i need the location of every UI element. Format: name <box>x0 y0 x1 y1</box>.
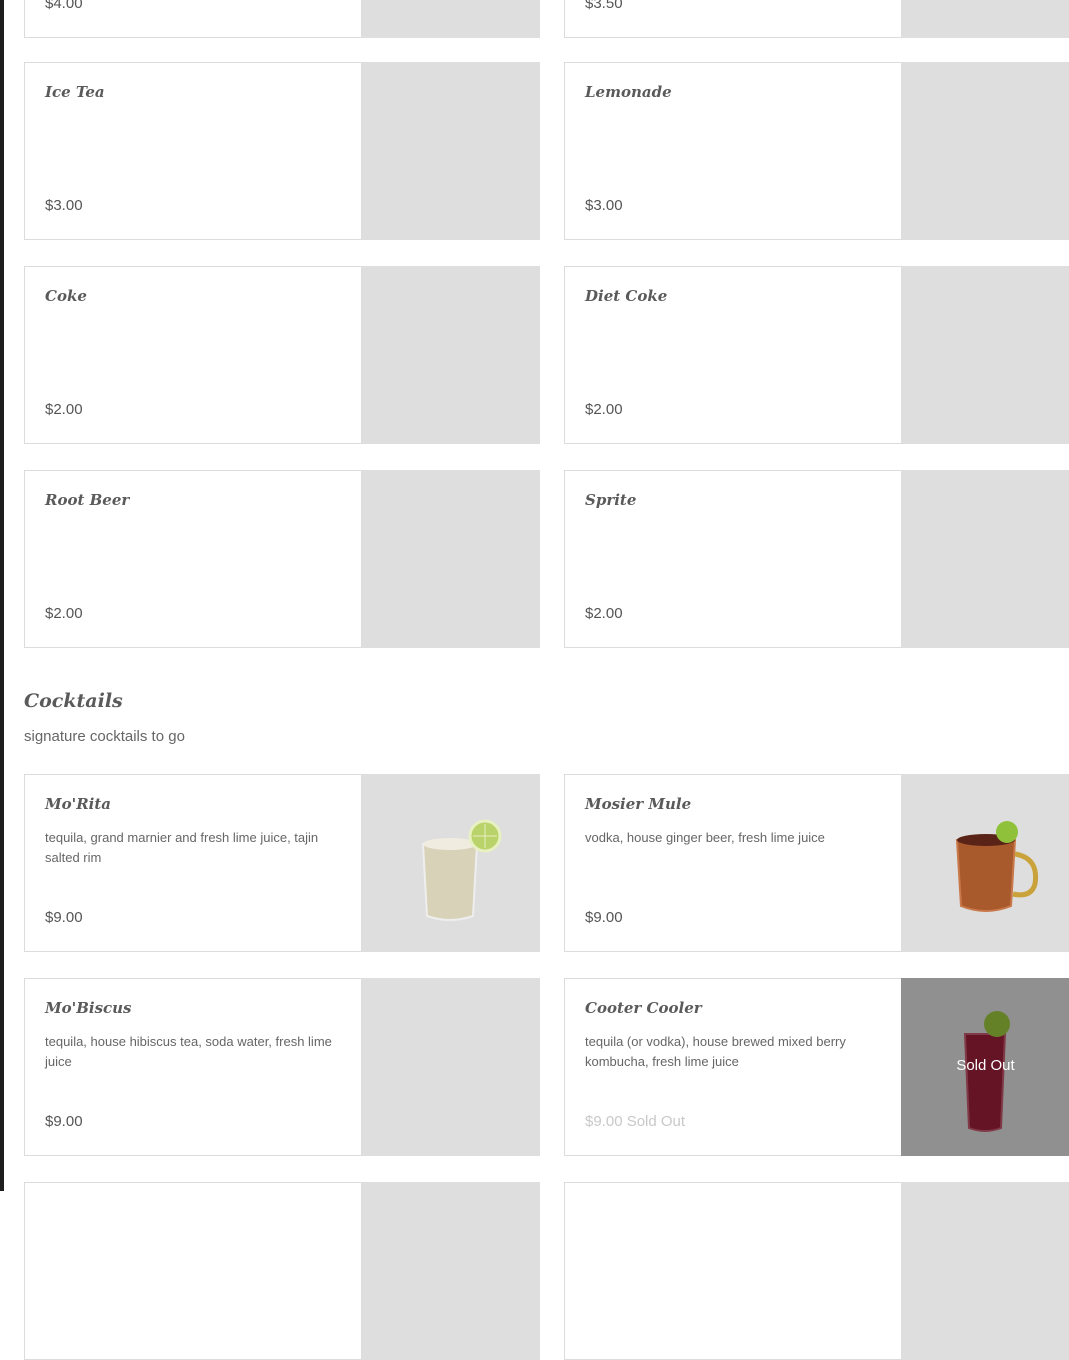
menu-item-image-placeholder <box>901 470 1069 648</box>
menu-item-info: Diet Coke $2.00 <box>585 267 885 443</box>
menu-item-info: Lemonade $3.00 <box>585 63 885 239</box>
menu-item-name: Mosier Mule <box>585 795 692 813</box>
menu-item-photo <box>901 1182 1069 1360</box>
menu-item-price-sold-out: $9.00 Sold Out <box>585 1113 686 1130</box>
menu-item-image-placeholder <box>361 62 540 240</box>
menu-item-name: Diet Coke <box>585 287 668 305</box>
menu-item-card-lemonade[interactable]: Lemonade $3.00 <box>564 62 1069 240</box>
menu-item-card-top-left[interactable]: $4.00 <box>24 0 540 38</box>
menu-item-price: $9.00 <box>45 909 83 926</box>
menu-item-card-root-beer[interactable]: Root Beer $2.00 <box>24 470 540 648</box>
menu-item-card-bottom-right[interactable] <box>564 1182 1069 1360</box>
menu-item-name: Sprite <box>585 491 637 509</box>
menu-item-description: vodka, house ginger beer, fresh lime jui… <box>585 830 825 845</box>
menu-item-info: Mosier Mule vodka, house ginger beer, fr… <box>585 775 885 951</box>
menu-item-image-placeholder <box>361 266 540 444</box>
menu-item-image-placeholder <box>901 62 1069 240</box>
menu-item-price: $9.00 <box>45 1113 83 1130</box>
margarita-glass-illustration <box>421 819 502 921</box>
menu-item-card-mobiscus[interactable]: Mo'Biscus tequila, house hibiscus tea, s… <box>24 978 540 1156</box>
menu-item-name: Cooter Cooler <box>585 999 702 1017</box>
menu-item-info: Coke $2.00 <box>45 267 345 443</box>
section-subtitle: signature cocktails to go <box>24 728 185 745</box>
menu-item-image-placeholder <box>361 0 540 38</box>
menu-item-card-cooter-cooler[interactable]: Cooter Cooler tequila (or vodka), house … <box>564 978 1069 1156</box>
menu-item-description: tequila (or vodka), house brewed mixed b… <box>585 1034 846 1069</box>
menu-item-card-ice-tea[interactable]: Ice Tea $3.00 <box>24 62 540 240</box>
menu-item-info: Sprite $2.00 <box>585 471 885 647</box>
left-edge-strip <box>0 0 4 1191</box>
menu-item-photo: Sold Out <box>901 978 1069 1156</box>
menu-item-image-placeholder <box>361 978 540 1156</box>
menu-item-card-morita[interactable]: Mo'Rita tequila, grand marnier and fresh… <box>24 774 540 952</box>
menu-item-info: Mo'Rita tequila, grand marnier and fresh… <box>45 775 345 951</box>
menu-item-price: $4.00 <box>45 0 83 12</box>
menu-item-price: $3.00 <box>585 197 623 214</box>
menu-item-price: $3.00 <box>45 197 83 214</box>
menu-item-photo <box>901 774 1069 952</box>
menu-item-image-placeholder <box>901 0 1069 38</box>
section-title: Cocktails <box>24 690 123 712</box>
menu-item-card-bottom-left[interactable] <box>24 1182 540 1360</box>
menu-item-price: $9.00 <box>585 909 623 926</box>
menu-item-price: $2.00 <box>585 605 623 622</box>
menu-item-info: $3.50 <box>585 0 885 37</box>
menu-item-name: Coke <box>45 287 87 305</box>
menu-item-name: Lemonade <box>585 83 672 101</box>
menu-item-card-sprite[interactable]: Sprite $2.00 <box>564 470 1069 648</box>
menu-item-card-diet-coke[interactable]: Diet Coke $2.00 <box>564 266 1069 444</box>
menu-item-info: Ice Tea $3.00 <box>45 63 345 239</box>
menu-item-name: Mo'Biscus <box>45 999 132 1017</box>
menu-item-card-mosier-mule[interactable]: Mosier Mule vodka, house ginger beer, fr… <box>564 774 1069 952</box>
menu-item-info: Root Beer $2.00 <box>45 471 345 647</box>
menu-item-description: tequila, house hibiscus tea, soda water,… <box>45 1034 332 1069</box>
menu-item-image-placeholder <box>361 470 540 648</box>
menu-item-card-top-right[interactable]: $3.50 <box>564 0 1069 38</box>
menu-item-price: $3.50 <box>585 0 623 12</box>
menu-item-photo <box>361 774 540 952</box>
menu-item-price: $2.00 <box>585 401 623 418</box>
sold-out-label: Sold Out <box>956 1057 1015 1074</box>
menu-item-info: Mo'Biscus tequila, house hibiscus tea, s… <box>45 979 345 1155</box>
menu-item-card-coke[interactable]: Coke $2.00 <box>24 266 540 444</box>
copper-mug-illustration <box>955 821 1039 912</box>
menu-item-price: $2.00 <box>45 401 83 418</box>
menu-item-name: Root Beer <box>45 491 130 509</box>
menu-item-info: $4.00 <box>45 0 345 37</box>
menu-item-image-placeholder <box>901 266 1069 444</box>
menu-item-name: Mo'Rita <box>45 795 112 813</box>
menu-item-name: Ice Tea <box>45 83 105 101</box>
menu-item-image-placeholder <box>361 1182 540 1360</box>
menu-item-price: $2.00 <box>45 605 83 622</box>
menu-item-description: tequila, grand marnier and fresh lime ju… <box>45 830 319 865</box>
menu-item-info: Cooter Cooler tequila (or vodka), house … <box>585 979 885 1155</box>
